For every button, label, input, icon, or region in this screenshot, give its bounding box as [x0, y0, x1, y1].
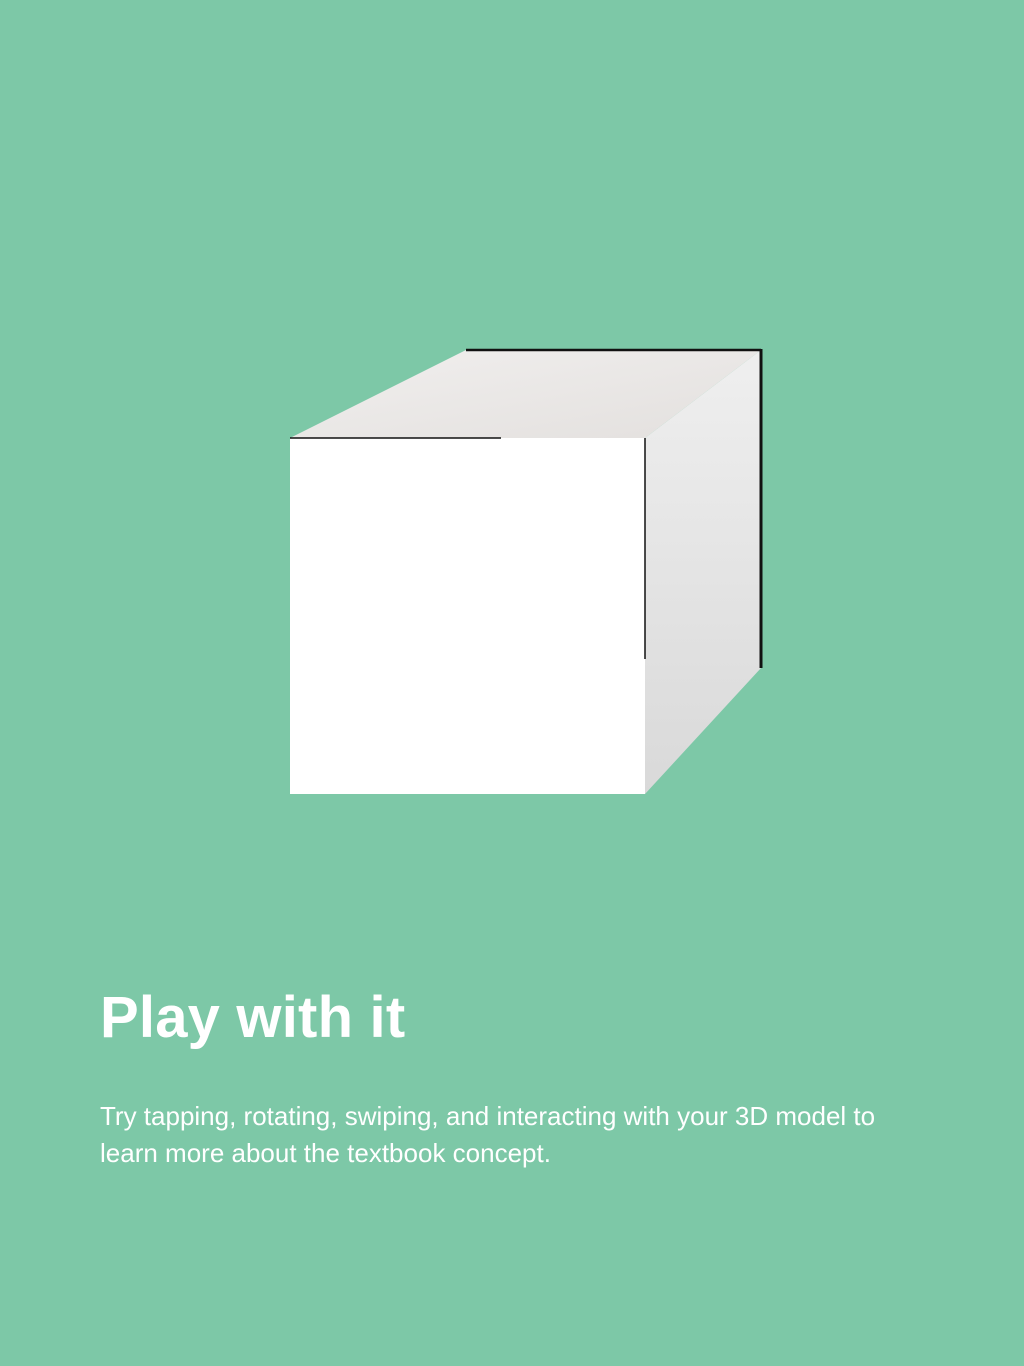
page-title: Play with it: [100, 985, 406, 1050]
instruction-text: Try tapping, rotating, swiping, and inte…: [100, 1101, 876, 1168]
cube-front-face: [290, 438, 645, 794]
3d-model-viewport[interactable]: [0, 0, 1024, 900]
cube-3d-model[interactable]: [0, 0, 1024, 900]
